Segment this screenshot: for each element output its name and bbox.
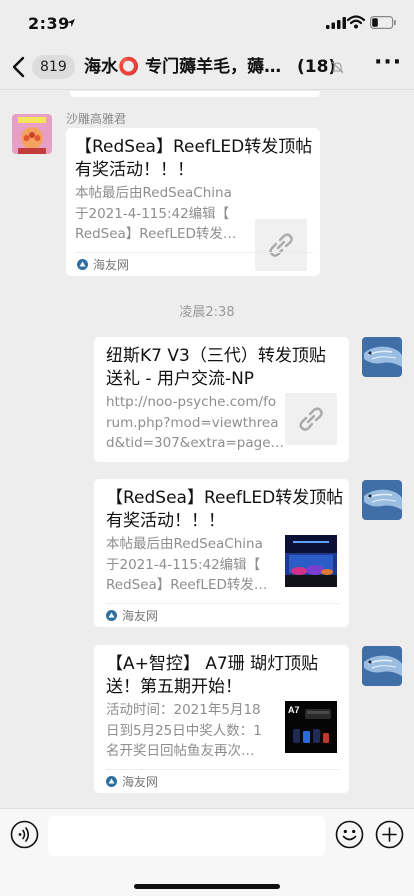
chat-area[interactable]: 沙雕高雅君 【RedSea】ReefLED转发顶帖 有奖活动！！！ 本帖最后由R…	[0, 91, 414, 808]
my-avatar[interactable]	[362, 337, 402, 377]
aquarium-image	[285, 535, 337, 587]
message-text-field[interactable]	[48, 816, 325, 856]
status-time: 2:39	[28, 14, 70, 33]
battery-icon	[370, 16, 396, 29]
link-thumbnail	[285, 393, 337, 445]
time-separator: 凌晨2:38	[179, 305, 235, 320]
card-description: 本帖最后由RedSeaChina 于2021-4-115:42编辑【 RedSe…	[106, 536, 268, 593]
status-bar: 2:39	[0, 0, 414, 46]
chat-header: 819 海水⭕ 专门薅羊毛，薅… (18) ···	[0, 46, 414, 90]
svg-text:A7: A7	[288, 705, 300, 715]
my-avatar[interactable]	[362, 480, 402, 520]
card-description: 活动时间：2021年5月18 日到5月25日中奖人数：1 名开奖日回帖鱼友再次…	[106, 702, 262, 759]
card-description: http://noo-psyche.com/fo rum.php?mod=vie…	[106, 394, 285, 451]
previous-message-card[interactable]	[70, 91, 320, 97]
mute-bell-icon	[331, 61, 344, 74]
signal-icon	[326, 17, 346, 29]
card-title: 【RedSea】ReefLED转发顶帖 有奖活动！！！	[75, 137, 313, 180]
wifi-icon	[347, 15, 365, 29]
product-thumbnail: A7	[285, 701, 337, 753]
link-icon	[269, 233, 293, 257]
source-app-icon	[106, 776, 117, 787]
more-options-icon[interactable]: ···	[374, 52, 401, 77]
message-input-bar	[0, 808, 414, 896]
voice-input-icon[interactable]	[10, 820, 39, 849]
shared-link-card[interactable]: 纽斯K7 V3（三代）转发顶贴 送礼 - 用户交流-NP http://noo-…	[94, 337, 349, 462]
card-description: 本帖最后由RedSeaChina 于2021-4-115:42编辑【 RedSe…	[75, 185, 237, 242]
add-attachment-icon[interactable]	[375, 820, 404, 849]
chat-title: 海水⭕ 专门薅羊毛，薅…	[84, 57, 282, 77]
card-source: 海友网	[106, 774, 158, 790]
card-source: 海友网	[106, 608, 158, 624]
shared-link-card[interactable]: 【RedSea】ReefLED转发顶帖 有奖活动！！！ 本帖最后由RedSeaC…	[94, 479, 349, 627]
location-arrow-icon	[67, 19, 75, 27]
link-thumbnail	[255, 219, 307, 271]
sender-avatar[interactable]	[12, 114, 52, 154]
sender-name: 沙雕高雅君	[66, 112, 127, 126]
source-app-icon	[77, 259, 88, 270]
card-title: 纽斯K7 V3（三代）转发顶贴 送礼 - 用户交流-NP	[106, 346, 326, 389]
link-icon	[299, 407, 323, 431]
card-title: 【RedSea】ReefLED转发顶帖 有奖活动！！！	[106, 488, 344, 531]
aquarium-thumbnail	[285, 535, 337, 587]
shared-link-card[interactable]: 【A+智控】 A7珊 瑚灯顶贴 送！第五期开始！ 活动时间：2021年5月18 …	[94, 645, 349, 793]
emoji-icon[interactable]	[335, 820, 364, 849]
unread-count-badge[interactable]: 819	[32, 55, 75, 79]
source-app-icon	[106, 610, 117, 621]
shared-link-card[interactable]: 【RedSea】ReefLED转发顶帖 有奖活动！！！ 本帖最后由RedSeaC…	[66, 128, 320, 276]
my-avatar[interactable]	[362, 646, 402, 686]
product-image: A7	[285, 701, 337, 753]
card-source: 海友网	[77, 257, 129, 273]
home-indicator[interactable]	[134, 884, 280, 889]
card-title: 【A+智控】 A7珊 瑚灯顶贴 送！第五期开始！	[106, 654, 319, 697]
back-chevron-icon[interactable]	[10, 56, 28, 78]
